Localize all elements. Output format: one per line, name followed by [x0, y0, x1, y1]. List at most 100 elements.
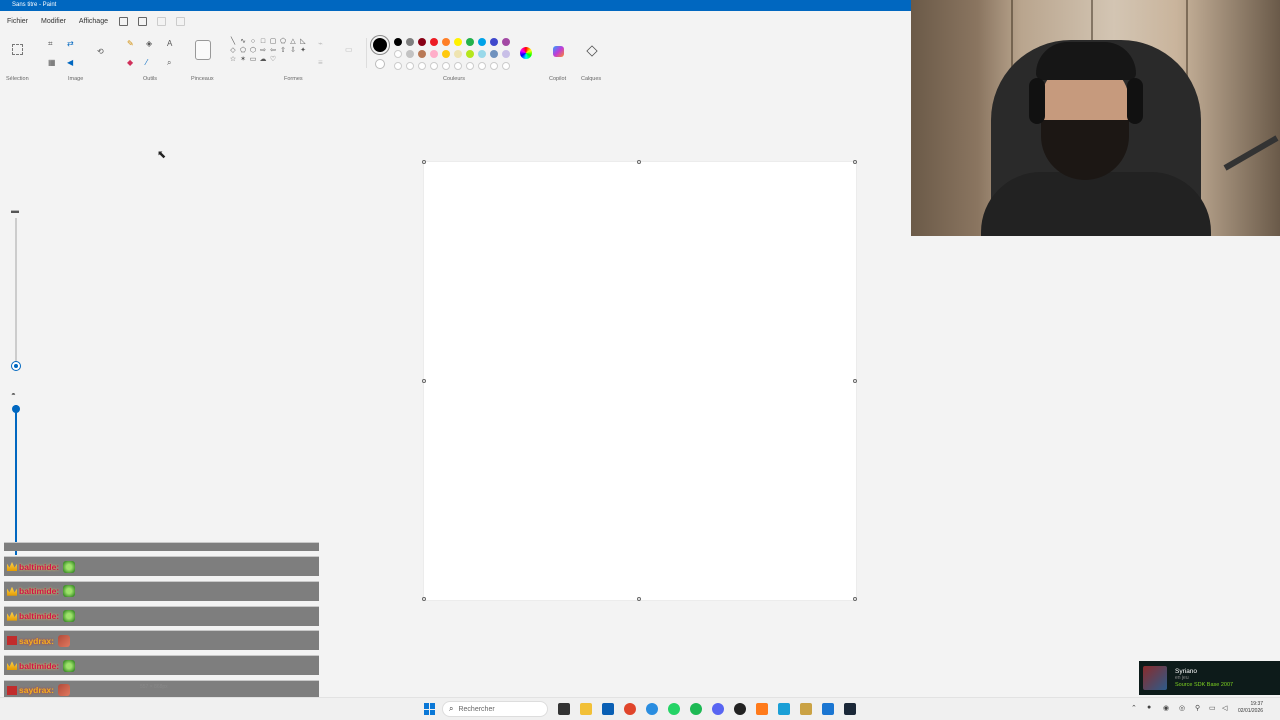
secondary-color-swatch[interactable] [375, 59, 385, 69]
resize-handle[interactable] [637, 160, 641, 164]
file-explorer-icon[interactable] [580, 703, 592, 715]
clock[interactable]: 19:37 02/01/2026 [1238, 701, 1263, 715]
rotate-icon[interactable]: ⟲ [97, 48, 104, 56]
resize-handle[interactable] [853, 160, 857, 164]
custom-color-slot[interactable] [490, 62, 498, 70]
color-swatch[interactable] [418, 38, 426, 46]
color-swatch[interactable] [418, 50, 426, 58]
color-swatch[interactable] [466, 50, 474, 58]
primary-color-swatch[interactable] [373, 38, 387, 52]
tray-app-icon[interactable]: ◎ [1179, 704, 1185, 712]
menu-affichage[interactable]: Affichage [79, 18, 108, 25]
save-icon[interactable] [118, 16, 128, 26]
color-swatch[interactable] [454, 50, 462, 58]
drawing-canvas[interactable] [424, 162, 856, 600]
resize-handle[interactable] [637, 597, 641, 601]
size-slider-track[interactable] [15, 405, 17, 555]
zoom-slider-track[interactable] [15, 218, 17, 368]
size-slider-thumb[interactable] [12, 405, 20, 413]
pencil-icon[interactable]: ✎ [127, 40, 134, 48]
custom-color-slot[interactable] [502, 62, 510, 70]
fill-icon[interactable]: ◈ [146, 40, 152, 48]
color-swatch[interactable] [478, 50, 486, 58]
undo-icon[interactable] [156, 16, 166, 26]
custom-color-slot[interactable] [466, 62, 474, 70]
redo-icon[interactable] [175, 16, 185, 26]
color-swatch[interactable] [466, 38, 474, 46]
whatsapp-icon[interactable] [668, 703, 680, 715]
outline-icon[interactable]: ⌁ [318, 40, 323, 48]
resize-icon[interactable]: ⇄ [67, 40, 74, 48]
text-icon[interactable]: A [167, 40, 172, 48]
store-icon[interactable] [602, 703, 614, 715]
app-icon[interactable] [778, 703, 790, 715]
windows-start-icon[interactable] [424, 703, 436, 715]
color-swatch[interactable] [406, 38, 414, 46]
selection-icon[interactable] [12, 44, 23, 55]
fill-style-icon[interactable]: ▭ [345, 46, 353, 54]
color-swatch[interactable] [502, 38, 510, 46]
friend-notification[interactable]: Syriano en jeu Source SDK Base 2007 [1139, 661, 1280, 695]
resize-handle[interactable] [422, 379, 426, 383]
network-icon[interactable]: ▭ [1209, 704, 1216, 712]
obs-icon[interactable] [734, 703, 746, 715]
taskbar-search[interactable]: ⌕ Rechercher [442, 701, 548, 717]
steam-icon[interactable] [844, 703, 856, 715]
chrome-icon[interactable] [646, 703, 658, 715]
color-swatch[interactable] [502, 50, 510, 58]
zoom-slider-thumb[interactable] [12, 362, 20, 370]
custom-color-slot[interactable] [442, 62, 450, 70]
size-icon[interactable]: ≡ [318, 59, 323, 67]
custom-color-slot[interactable] [454, 62, 462, 70]
color-swatch[interactable] [442, 38, 450, 46]
color-swatch[interactable] [478, 38, 486, 46]
app-icon[interactable] [800, 703, 812, 715]
spotify-icon[interactable] [690, 703, 702, 715]
menu-fichier[interactable]: Fichier [7, 18, 28, 25]
resize-handle[interactable] [853, 597, 857, 601]
flip-icon[interactable]: ◀ [67, 59, 73, 67]
color-swatch[interactable] [490, 38, 498, 46]
lock-icon[interactable]: ◓ [11, 390, 16, 399]
volume-icon[interactable]: ◁ [1222, 704, 1227, 712]
brave-icon[interactable] [624, 703, 636, 715]
custom-color-slot[interactable] [394, 62, 402, 70]
discord-icon[interactable] [712, 703, 724, 715]
color-swatch[interactable] [430, 38, 438, 46]
chat-username: baltimide: [19, 611, 60, 622]
resize-handle[interactable] [422, 597, 426, 601]
color-swatch[interactable] [442, 50, 450, 58]
chevron-up-icon[interactable]: ⌃ [1131, 704, 1137, 712]
copilot-icon[interactable] [553, 46, 564, 57]
eraser-icon[interactable]: ◆ [127, 59, 133, 67]
tray-app-icon[interactable]: ⚲ [1195, 704, 1200, 712]
custom-color-slot[interactable] [418, 62, 426, 70]
menu-modifier[interactable]: Modifier [41, 18, 66, 25]
color-swatch[interactable] [490, 50, 498, 58]
brush-icon[interactable] [195, 40, 211, 60]
color-swatch[interactable] [406, 50, 414, 58]
layers-icon[interactable] [586, 45, 598, 57]
color-picker-icon[interactable]: ⁄ [146, 59, 147, 67]
magnifier-icon[interactable]: ⌕ [167, 59, 171, 67]
crop-icon[interactable]: ⌗ [48, 40, 53, 48]
paint-icon[interactable] [822, 703, 834, 715]
custom-color-slot[interactable] [430, 62, 438, 70]
edit-colors-icon[interactable] [520, 47, 532, 59]
task-view-icon[interactable] [558, 703, 570, 715]
color-swatch[interactable] [454, 38, 462, 46]
resize-handle[interactable] [853, 379, 857, 383]
color-swatch[interactable] [394, 50, 402, 58]
custom-color-slot[interactable] [406, 62, 414, 70]
zoom-out-icon[interactable]: ▬ [11, 206, 19, 215]
color-swatch[interactable] [430, 50, 438, 58]
custom-color-slot[interactable] [478, 62, 486, 70]
shapes-gallery[interactable]: ╲ ∿ ○ □ ▢ ⬠ △ ◺ ◇ ⬠ ⬡ ⇨ ⇦ ⇧ ⇩ ✦ ☆ ✶ ▭ ☁ ♡ [229, 38, 307, 63]
app-icon[interactable] [756, 703, 768, 715]
color-swatch[interactable] [394, 38, 402, 46]
share-icon[interactable] [137, 16, 147, 26]
resize-handle[interactable] [422, 160, 426, 164]
tray-app-icon[interactable]: ● [1147, 704, 1151, 711]
image-tool-icon[interactable]: ▦ [48, 59, 56, 67]
tray-app-icon[interactable]: ◉ [1163, 704, 1169, 712]
